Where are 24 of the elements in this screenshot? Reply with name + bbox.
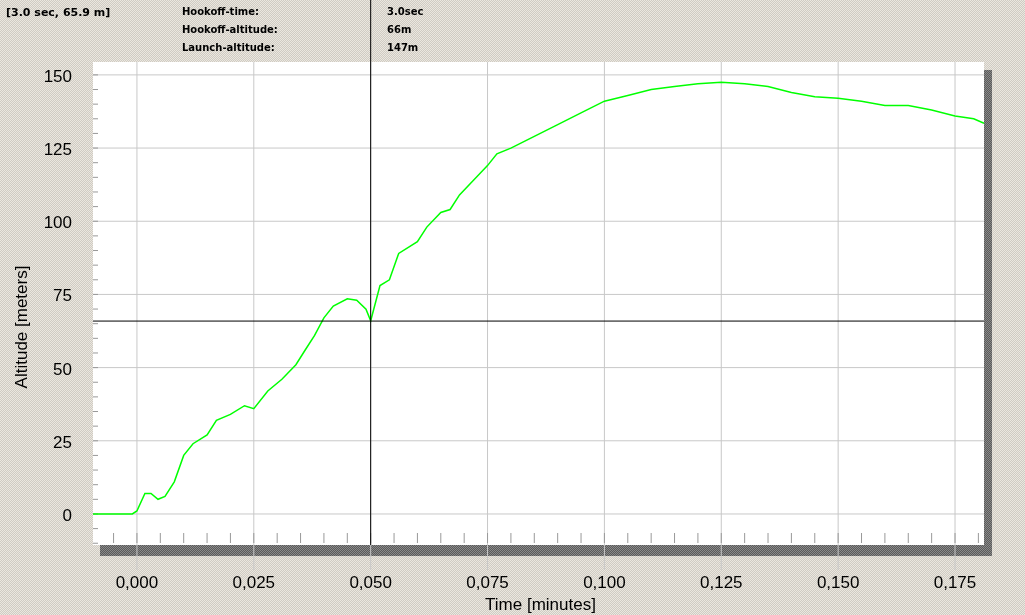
x-tick-label: 0,075: [466, 573, 509, 592]
x-tick-label: 0,125: [700, 573, 743, 592]
x-tick-label: 0,025: [232, 573, 276, 592]
x-tick-label: 0,150: [816, 573, 860, 592]
y-tick-label: 150: [43, 66, 72, 86]
stat-label: Launch-altitude:: [182, 42, 276, 55]
stat-label: Hookoff-time:: [182, 6, 261, 19]
y-tick-label: 25: [53, 432, 72, 452]
x-tick-label: 0,050: [349, 573, 392, 592]
y-tick-label: 125: [43, 140, 72, 160]
y-tick-label: 100: [43, 213, 72, 233]
stat-value: 147m: [387, 42, 419, 55]
y-tick-label: 0: [62, 505, 72, 525]
y-axis-title: Altitude [meters]: [12, 265, 31, 389]
x-tick-label: 0,000: [115, 573, 159, 592]
y-tick-label: 50: [53, 359, 72, 379]
stat-value: 3.0sec: [387, 6, 424, 19]
x-tick-label: 0,100: [583, 573, 626, 592]
x-axis-title: Time [minutes]: [485, 595, 596, 614]
cursor-readout: [3.0 sec, 65.9 m]: [6, 6, 112, 19]
stat-value: 66m: [387, 24, 412, 37]
x-tick-label: 0,175: [933, 573, 977, 592]
stat-label: Hookoff-altitude:: [182, 24, 279, 37]
y-tick-label: 75: [53, 286, 72, 306]
